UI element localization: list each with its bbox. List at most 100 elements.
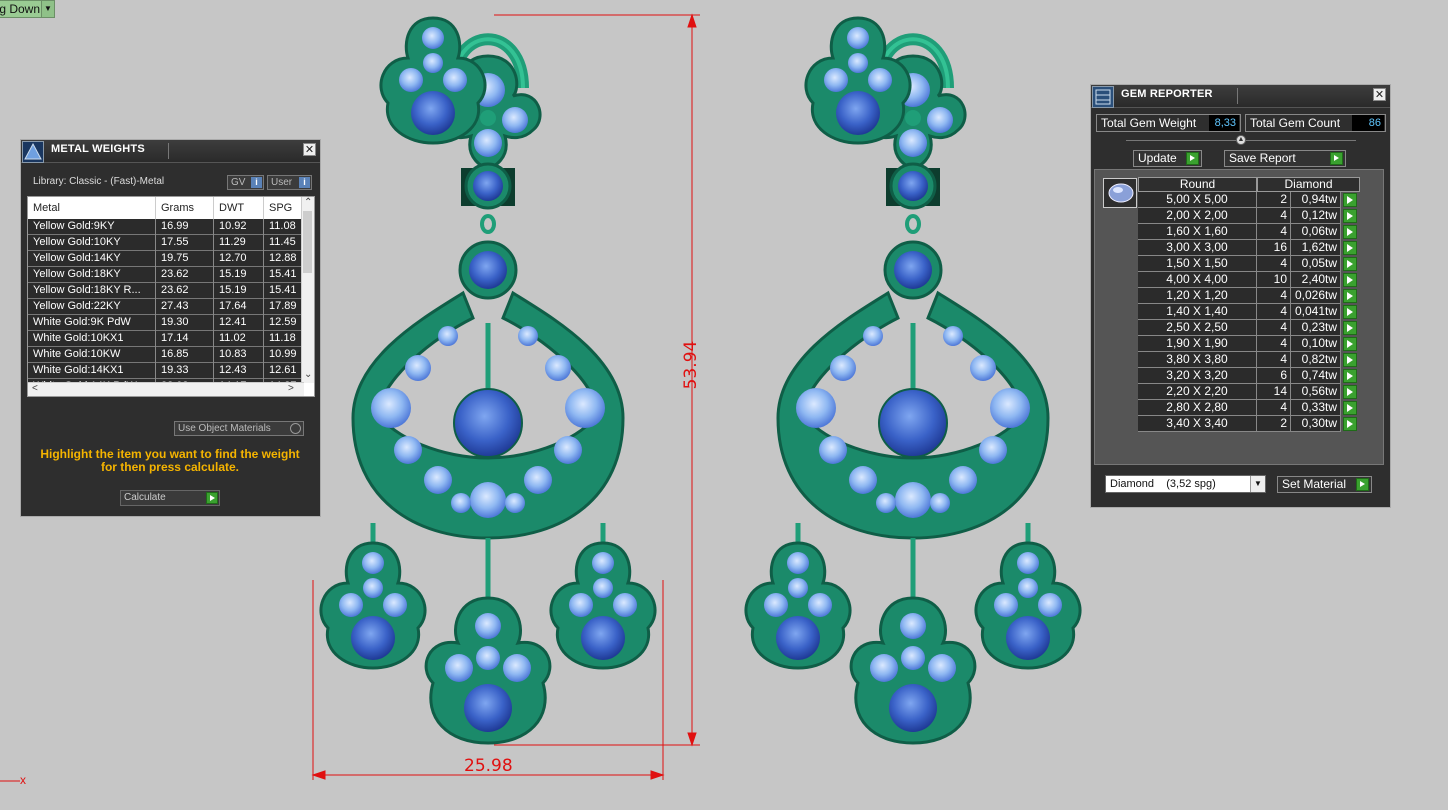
- scroll-thumb[interactable]: [303, 211, 312, 273]
- count-cell[interactable]: 4: [1257, 352, 1291, 368]
- select-gems-play-icon[interactable]: [1343, 225, 1357, 239]
- metal-table-row[interactable]: Yellow Gold:18KY R... 23.62 15.19 15.41: [28, 283, 304, 299]
- select-gems-play-icon[interactable]: [1343, 241, 1357, 255]
- metal-table-row[interactable]: Yellow Gold:10KY 17.55 11.29 11.45: [28, 235, 304, 251]
- weight-cell[interactable]: 0,82tw: [1291, 352, 1341, 368]
- set-material-button[interactable]: Set Material: [1277, 476, 1372, 493]
- weight-cell[interactable]: 0,56tw: [1291, 384, 1341, 400]
- count-cell[interactable]: 4: [1257, 336, 1291, 352]
- metal-table-row[interactable]: Yellow Gold:18KY 23.62 15.19 15.41: [28, 267, 304, 283]
- count-cell[interactable]: 4: [1257, 224, 1291, 240]
- weight-cell[interactable]: 0,10tw: [1291, 336, 1341, 352]
- metal-table-row[interactable]: Yellow Gold:14KY 19.75 12.70 12.88: [28, 251, 304, 267]
- update-button[interactable]: Update: [1133, 150, 1202, 167]
- gem-reporter-title-bar[interactable]: GEM REPORTER ✕: [1091, 85, 1390, 108]
- weight-cell[interactable]: 2,40tw: [1291, 272, 1341, 288]
- select-gems-play-icon[interactable]: [1343, 321, 1357, 335]
- select-gems-play-icon[interactable]: [1343, 353, 1357, 367]
- weight-cell[interactable]: 0,026tw: [1291, 288, 1341, 304]
- count-cell[interactable]: 4: [1257, 320, 1291, 336]
- metal-table-row[interactable]: Yellow Gold:9KY 16.99 10.92 11.08: [28, 219, 304, 235]
- col-dwt[interactable]: DWT: [214, 197, 264, 219]
- size-cell[interactable]: 2,50 X 2,50: [1138, 320, 1257, 336]
- select-gems-play-icon[interactable]: [1343, 401, 1357, 415]
- metal-table-row[interactable]: Yellow Gold:22KY 27.43 17.64 17.89: [28, 299, 304, 315]
- size-cell[interactable]: 1,40 X 1,40: [1138, 304, 1257, 320]
- col-diamond[interactable]: Diamond: [1257, 177, 1360, 192]
- count-cell[interactable]: 4: [1257, 208, 1291, 224]
- select-gems-play-icon[interactable]: [1343, 337, 1357, 351]
- weight-cell[interactable]: 0,94tw: [1291, 192, 1341, 208]
- metal-table-row[interactable]: White Gold:10KW 16.85 10.83 10.99: [28, 347, 304, 363]
- size-cell[interactable]: 2,00 X 2,00: [1138, 208, 1257, 224]
- metal-table[interactable]: Metal Grams DWT SPG Yellow Gold:9KY 16.99…: [27, 196, 315, 397]
- size-cell[interactable]: 4,00 X 4,00: [1138, 272, 1257, 288]
- select-gems-play-icon[interactable]: [1343, 385, 1357, 399]
- weight-cell[interactable]: 0,30tw: [1291, 416, 1341, 432]
- close-icon[interactable]: ✕: [303, 143, 316, 156]
- size-cell[interactable]: 3,00 X 3,00: [1138, 240, 1257, 256]
- gem-preview-icon[interactable]: [1103, 178, 1137, 208]
- count-cell[interactable]: 4: [1257, 304, 1291, 320]
- col-spg[interactable]: SPG: [264, 197, 304, 219]
- metal-table-row[interactable]: White Gold:14KX1 19.33 12.43 12.61: [28, 363, 304, 379]
- gem-table-area: Round Diamond 5,00 X 5,00 2 0,94tw 2,00 X 2…: [1094, 169, 1384, 465]
- weight-cell[interactable]: 0,041tw: [1291, 304, 1341, 320]
- metal-weights-title-bar[interactable]: METAL WEIGHTS ✕: [21, 140, 320, 163]
- size-cell[interactable]: 1,60 X 1,60: [1138, 224, 1257, 240]
- size-cell[interactable]: 1,50 X 1,50: [1138, 256, 1257, 272]
- weight-cell[interactable]: 0,05tw: [1291, 256, 1341, 272]
- dwt-cell: 12.70: [214, 251, 264, 267]
- count-cell[interactable]: 6: [1257, 368, 1291, 384]
- size-cell[interactable]: 3,80 X 3,80: [1138, 352, 1257, 368]
- size-cell[interactable]: 3,40 X 3,40: [1138, 416, 1257, 432]
- select-gems-play-icon[interactable]: [1343, 289, 1357, 303]
- gv-button[interactable]: GV i: [227, 175, 264, 190]
- count-cell[interactable]: 10: [1257, 272, 1291, 288]
- weight-cell[interactable]: 0,33tw: [1291, 400, 1341, 416]
- select-gems-play-icon[interactable]: [1343, 305, 1357, 319]
- count-cell[interactable]: 14: [1257, 384, 1291, 400]
- weight-cell[interactable]: 0,06tw: [1291, 224, 1341, 240]
- weight-cell[interactable]: 0,12tw: [1291, 208, 1341, 224]
- calculate-button[interactable]: Calculate: [120, 490, 220, 506]
- select-gems-play-icon[interactable]: [1343, 417, 1357, 431]
- vertical-scrollbar[interactable]: ⌃ ⌄: [301, 197, 314, 383]
- count-cell[interactable]: 2: [1257, 416, 1291, 432]
- size-cell[interactable]: 1,20 X 1,20: [1138, 288, 1257, 304]
- user-button[interactable]: User i: [267, 175, 312, 190]
- col-metal[interactable]: Metal: [28, 197, 156, 219]
- col-round[interactable]: Round: [1138, 177, 1257, 192]
- collapse-icon[interactable]: ▲: [1236, 135, 1246, 145]
- horizontal-scrollbar[interactable]: < >: [28, 382, 304, 396]
- metal-table-row[interactable]: White Gold:9K PdW 19.30 12.41 12.59: [28, 315, 304, 331]
- size-cell[interactable]: 3,20 X 3,20: [1138, 368, 1257, 384]
- col-grams[interactable]: Grams: [156, 197, 214, 219]
- size-cell[interactable]: 5,00 X 5,00: [1138, 192, 1257, 208]
- count-cell[interactable]: 4: [1257, 400, 1291, 416]
- metal-table-row[interactable]: White Gold:10KX1 17.14 11.02 11.18: [28, 331, 304, 347]
- weight-cell[interactable]: 1,62tw: [1291, 240, 1341, 256]
- use-object-materials-toggle[interactable]: Use Object Materials: [174, 421, 304, 436]
- close-icon[interactable]: ✕: [1373, 88, 1386, 101]
- weight-cell[interactable]: 0,74tw: [1291, 368, 1341, 384]
- material-select[interactable]: Diamond (3,52 spg) ▼: [1105, 475, 1266, 493]
- select-gems-play-icon[interactable]: [1343, 209, 1357, 223]
- select-gems-play-icon[interactable]: [1343, 369, 1357, 383]
- scroll-down-icon[interactable]: ⌄: [304, 369, 312, 380]
- save-report-button[interactable]: Save Report: [1224, 150, 1346, 167]
- scroll-right-icon[interactable]: >: [288, 383, 294, 394]
- select-gems-play-icon[interactable]: [1343, 273, 1357, 287]
- select-gems-play-icon[interactable]: [1343, 193, 1357, 207]
- size-cell[interactable]: 2,80 X 2,80: [1138, 400, 1257, 416]
- size-cell[interactable]: 1,90 X 1,90: [1138, 336, 1257, 352]
- count-cell[interactable]: 4: [1257, 288, 1291, 304]
- select-gems-play-icon[interactable]: [1343, 257, 1357, 271]
- weight-cell[interactable]: 0,23tw: [1291, 320, 1341, 336]
- scroll-left-icon[interactable]: <: [32, 383, 38, 394]
- count-cell[interactable]: 4: [1257, 256, 1291, 272]
- size-cell[interactable]: 2,20 X 2,20: [1138, 384, 1257, 400]
- scroll-up-icon[interactable]: ⌃: [304, 197, 312, 208]
- count-cell[interactable]: 16: [1257, 240, 1291, 256]
- count-cell[interactable]: 2: [1257, 192, 1291, 208]
